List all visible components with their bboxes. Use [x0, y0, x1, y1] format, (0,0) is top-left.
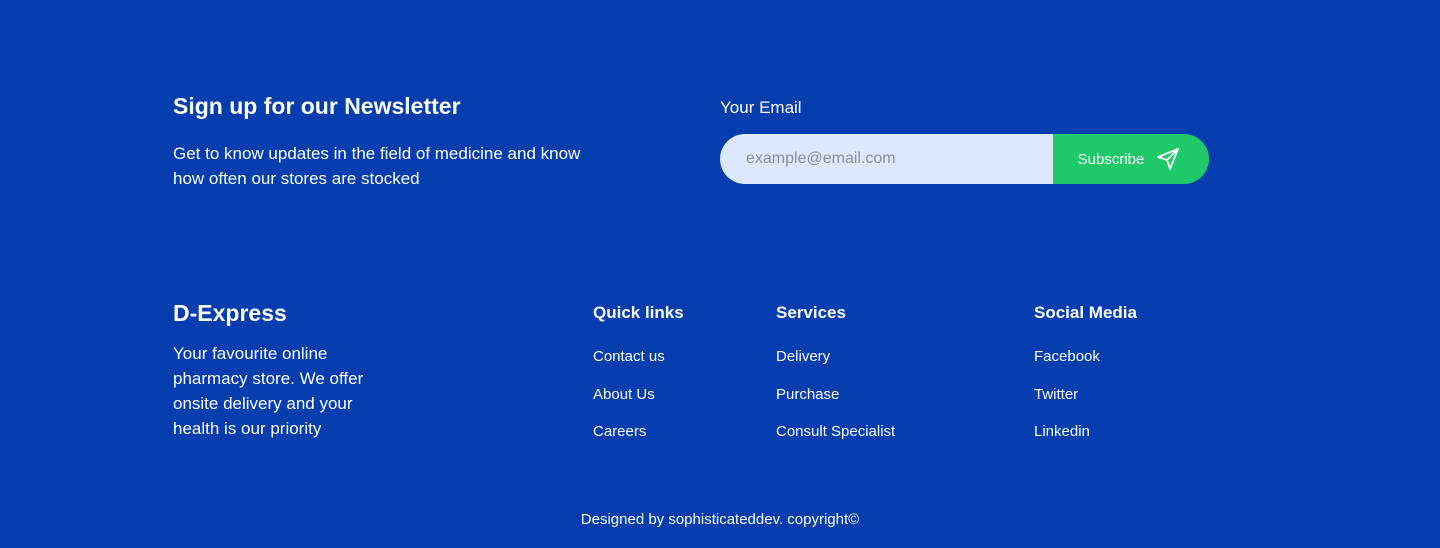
careers-link[interactable]: Careers [593, 423, 646, 440]
copyright-text: Designed by sophisticateddev. copyright© [580, 511, 860, 528]
purchase-link[interactable]: Purchase [776, 386, 839, 403]
brand-name: D-Express [173, 300, 287, 326]
about-us-link[interactable]: About Us [593, 386, 655, 403]
quick-links-list: Contact us About Us Careers [593, 346, 665, 459]
subscribe-label: Subscribe [1077, 150, 1145, 168]
services-heading: Services [776, 303, 846, 322]
list-item: Facebook [1034, 346, 1100, 384]
social-media-heading: Social Media [1034, 303, 1137, 322]
list-item: Delivery [776, 346, 895, 384]
send-icon [1156, 147, 1180, 171]
brand-description: Your favourite online pharmacy store. We… [173, 344, 364, 438]
newsletter-title: Sign up for our Newsletter [173, 93, 461, 119]
delivery-link[interactable]: Delivery [776, 348, 830, 365]
email-input[interactable] [720, 134, 1053, 184]
list-item: Twitter [1034, 384, 1100, 422]
list-item: Linkedin [1034, 421, 1100, 459]
list-item: Purchase [776, 384, 895, 422]
list-item: Careers [593, 421, 665, 459]
linkedin-link[interactable]: Linkedin [1034, 423, 1090, 440]
list-item: About Us [593, 384, 665, 422]
list-item: Consult Specialist [776, 421, 895, 459]
email-label: Your Email [720, 98, 802, 117]
consult-specialist-link[interactable]: Consult Specialist [776, 423, 895, 440]
list-item: Contact us [593, 346, 665, 384]
facebook-link[interactable]: Facebook [1034, 348, 1100, 365]
services-list: Delivery Purchase Consult Specialist [776, 346, 895, 459]
quick-links-heading: Quick links [593, 303, 684, 322]
subscribe-button[interactable]: Subscribe [1053, 134, 1209, 184]
contact-us-link[interactable]: Contact us [593, 348, 665, 365]
subscribe-form: Subscribe [720, 134, 1209, 184]
social-media-list: Facebook Twitter Linkedin [1034, 346, 1100, 459]
twitter-link[interactable]: Twitter [1034, 386, 1078, 403]
newsletter-description: Get to know updates in the field of medi… [173, 144, 581, 188]
